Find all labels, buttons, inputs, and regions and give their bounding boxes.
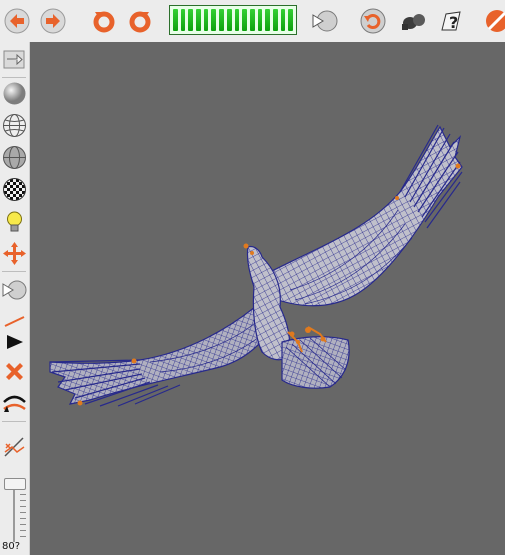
progress-segment [180, 9, 186, 31]
progress-segment [203, 9, 209, 31]
forward-arrow-icon[interactable] [38, 6, 68, 36]
checker-sphere-icon[interactable] [1, 176, 28, 203]
cancel-icon[interactable] [482, 6, 505, 36]
progress-segment [234, 9, 240, 31]
slider-ticks [20, 494, 26, 542]
camera-icon[interactable] [398, 6, 428, 36]
progress-segment [173, 9, 178, 31]
bird-model-render [49, 124, 463, 407]
tool-sidebar: 80? [0, 42, 30, 555]
progress-segment [272, 9, 278, 31]
progress-segment [196, 9, 201, 31]
export-icon[interactable] [1, 46, 28, 73]
progress-segment [249, 9, 255, 31]
help-icon[interactable]: ? [436, 6, 466, 36]
move-cross-icon[interactable] [1, 240, 28, 267]
bend-tool-icon[interactable] [1, 390, 28, 417]
delete-x-icon[interactable] [1, 358, 28, 385]
progress-segment [188, 9, 194, 31]
progress-segment [219, 9, 224, 31]
progress-segment [265, 9, 270, 31]
sphere-shaded-wireframe-icon[interactable] [1, 144, 28, 171]
progress-segment [242, 9, 247, 31]
slider-readout: 80? [2, 541, 21, 552]
progress-segment [211, 9, 217, 31]
sphere-wireframe-icon[interactable] [1, 112, 28, 139]
rotate-right-icon[interactable] [125, 6, 155, 36]
undo-icon[interactable] [358, 6, 388, 36]
playback-icon[interactable] [309, 6, 339, 36]
slider-track[interactable] [13, 482, 15, 542]
progress-segment [257, 9, 263, 31]
progress-segment [288, 9, 293, 31]
svg-text:?: ? [449, 13, 458, 32]
progress-segment [280, 9, 286, 31]
3d-viewport[interactable] [30, 42, 505, 555]
right-wing [269, 124, 463, 307]
light-bulb-icon[interactable] [1, 208, 28, 235]
slider-thumb[interactable] [4, 478, 26, 490]
sphere-solid-icon[interactable] [1, 80, 28, 107]
morph-icon[interactable] [1, 276, 28, 303]
progress-segment [226, 9, 232, 31]
snap-tool-icon[interactable] [1, 434, 28, 461]
left-wing [49, 306, 276, 407]
back-arrow-icon[interactable] [2, 6, 32, 36]
rotate-left-icon[interactable] [89, 6, 119, 36]
progress-bar [169, 5, 297, 35]
top-toolbar: ? [0, 0, 505, 43]
triangle-tool-icon[interactable] [1, 328, 28, 355]
